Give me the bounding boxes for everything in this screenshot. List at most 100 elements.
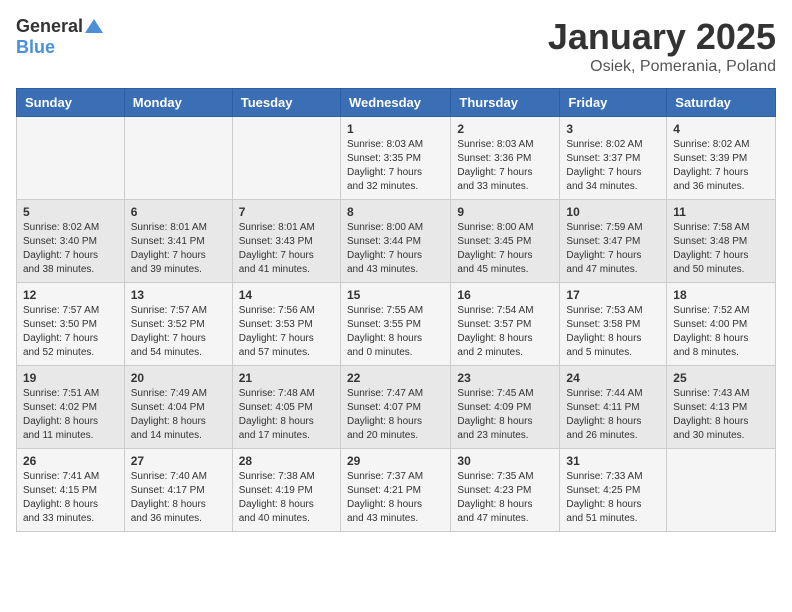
calendar-cell: 7 Sunrise: 8:01 AM Sunset: 3:43 PM Daylig… [232, 200, 340, 283]
calendar-cell: 2 Sunrise: 8:03 AM Sunset: 3:36 PM Daylig… [451, 117, 560, 200]
calendar-cell: 30 Sunrise: 7:35 AM Sunset: 4:23 PM Dayli… [451, 449, 560, 532]
day-number: 27 [131, 454, 226, 468]
calendar-cell: 14 Sunrise: 7:56 AM Sunset: 3:53 PM Dayli… [232, 283, 340, 366]
day-number: 31 [566, 454, 660, 468]
calendar-cell: 18Sunrise: 7:52 AM Sunset: 4:00 PM Dayli… [667, 283, 776, 366]
calendar-cell: 5 Sunrise: 8:02 AM Sunset: 3:40 PM Daylig… [17, 200, 125, 283]
day-number: 16 [457, 288, 553, 302]
weekday-header: Friday [560, 89, 667, 117]
day-content: Sunrise: 7:51 AM Sunset: 4:02 PM Dayligh… [23, 387, 118, 443]
calendar-cell: 24Sunrise: 7:44 AM Sunset: 4:11 PM Dayli… [560, 366, 667, 449]
weekday-header: Monday [124, 89, 232, 117]
day-number: 6 [131, 205, 226, 219]
calendar-table: SundayMondayTuesdayWednesdayThursdayFrid… [16, 88, 776, 532]
day-content: Sunrise: 8:03 AM Sunset: 3:35 PM Dayligh… [347, 138, 444, 194]
day-number: 3 [566, 122, 660, 136]
day-content: Sunrise: 7:43 AM Sunset: 4:13 PM Dayligh… [673, 387, 769, 443]
calendar-cell: 16 Sunrise: 7:54 AM Sunset: 3:57 PM Dayli… [451, 283, 560, 366]
day-number: 8 [347, 205, 444, 219]
calendar-cell: 11 Sunrise: 7:58 AM Sunset: 3:48 PM Dayli… [667, 200, 776, 283]
day-number: 14 [239, 288, 334, 302]
calendar-cell [667, 449, 776, 532]
day-content: Sunrise: 7:55 AM Sunset: 3:55 PM Dayligh… [347, 304, 444, 360]
calendar-cell [17, 117, 125, 200]
day-content: Sunrise: 7:45 AM Sunset: 4:09 PM Dayligh… [457, 387, 553, 443]
day-number: 5 [23, 205, 118, 219]
calendar-cell: 4 Sunrise: 8:02 AM Sunset: 3:39 PM Daylig… [667, 117, 776, 200]
day-content: Sunrise: 8:02 AM Sunset: 3:39 PM Dayligh… [673, 138, 769, 194]
day-number: 24 [566, 371, 660, 385]
day-content: Sunrise: 7:58 AM Sunset: 3:48 PM Dayligh… [673, 221, 769, 277]
weekday-header: Wednesday [340, 89, 450, 117]
calendar-cell: 25 Sunrise: 7:43 AM Sunset: 4:13 PM Dayli… [667, 366, 776, 449]
calendar-cell: 21Sunrise: 7:48 AM Sunset: 4:05 PM Dayli… [232, 366, 340, 449]
day-number: 13 [131, 288, 226, 302]
day-number: 11 [673, 205, 769, 219]
weekday-header: Thursday [451, 89, 560, 117]
calendar-cell: 19 Sunrise: 7:51 AM Sunset: 4:02 PM Dayli… [17, 366, 125, 449]
day-content: Sunrise: 7:57 AM Sunset: 3:52 PM Dayligh… [131, 304, 226, 360]
day-number: 30 [457, 454, 553, 468]
day-content: Sunrise: 7:40 AM Sunset: 4:17 PM Dayligh… [131, 470, 226, 526]
day-number: 9 [457, 205, 553, 219]
calendar-cell: 31Sunrise: 7:33 AM Sunset: 4:25 PM Dayli… [560, 449, 667, 532]
weekday-header: Tuesday [232, 89, 340, 117]
calendar-cell: 13 Sunrise: 7:57 AM Sunset: 3:52 PM Dayli… [124, 283, 232, 366]
calendar-cell: 15Sunrise: 7:55 AM Sunset: 3:55 PM Dayli… [340, 283, 450, 366]
calendar-cell: 9 Sunrise: 8:00 AM Sunset: 3:45 PM Daylig… [451, 200, 560, 283]
day-content: Sunrise: 8:02 AM Sunset: 3:37 PM Dayligh… [566, 138, 660, 194]
day-number: 28 [239, 454, 334, 468]
calendar-week-row: 26 Sunrise: 7:41 AM Sunset: 4:15 PM Dayli… [17, 449, 776, 532]
calendar-cell [232, 117, 340, 200]
day-number: 25 [673, 371, 769, 385]
calendar-cell [124, 117, 232, 200]
calendar-cell: 29 Sunrise: 7:37 AM Sunset: 4:21 PM Dayli… [340, 449, 450, 532]
day-number: 7 [239, 205, 334, 219]
day-number: 26 [23, 454, 118, 468]
day-content: Sunrise: 7:38 AM Sunset: 4:19 PM Dayligh… [239, 470, 334, 526]
calendar-cell: 10Sunrise: 7:59 AM Sunset: 3:47 PM Dayli… [560, 200, 667, 283]
calendar-cell: 17Sunrise: 7:53 AM Sunset: 3:58 PM Dayli… [560, 283, 667, 366]
day-content: Sunrise: 7:59 AM Sunset: 3:47 PM Dayligh… [566, 221, 660, 277]
day-content: Sunrise: 8:01 AM Sunset: 3:43 PM Dayligh… [239, 221, 334, 277]
calendar-cell: 23 Sunrise: 7:45 AM Sunset: 4:09 PM Dayli… [451, 366, 560, 449]
calendar-cell: 28 Sunrise: 7:38 AM Sunset: 4:19 PM Dayli… [232, 449, 340, 532]
day-number: 19 [23, 371, 118, 385]
calendar-cell: 27 Sunrise: 7:40 AM Sunset: 4:17 PM Dayli… [124, 449, 232, 532]
day-content: Sunrise: 8:00 AM Sunset: 3:45 PM Dayligh… [457, 221, 553, 277]
day-content: Sunrise: 7:56 AM Sunset: 3:53 PM Dayligh… [239, 304, 334, 360]
day-number: 20 [131, 371, 226, 385]
logo-blue: Blue [16, 37, 55, 58]
day-number: 21 [239, 371, 334, 385]
title-section: January 2025 Osiek, Pomerania, Poland [548, 16, 776, 76]
day-content: Sunrise: 8:02 AM Sunset: 3:40 PM Dayligh… [23, 221, 118, 277]
day-number: 18 [673, 288, 769, 302]
day-number: 23 [457, 371, 553, 385]
calendar-week-row: 5 Sunrise: 8:02 AM Sunset: 3:40 PM Daylig… [17, 200, 776, 283]
day-number: 29 [347, 454, 444, 468]
day-content: Sunrise: 7:37 AM Sunset: 4:21 PM Dayligh… [347, 470, 444, 526]
weekday-header: Sunday [17, 89, 125, 117]
logo: General Blue [16, 16, 103, 58]
day-content: Sunrise: 8:01 AM Sunset: 3:41 PM Dayligh… [131, 221, 226, 277]
calendar-cell: 6 Sunrise: 8:01 AM Sunset: 3:41 PM Daylig… [124, 200, 232, 283]
day-content: Sunrise: 7:47 AM Sunset: 4:07 PM Dayligh… [347, 387, 444, 443]
calendar-cell: 8 Sunrise: 8:00 AM Sunset: 3:44 PM Daylig… [340, 200, 450, 283]
calendar-cell: 3 Sunrise: 8:02 AM Sunset: 3:37 PM Daylig… [560, 117, 667, 200]
day-number: 4 [673, 122, 769, 136]
day-content: Sunrise: 7:54 AM Sunset: 3:57 PM Dayligh… [457, 304, 553, 360]
day-content: Sunrise: 8:03 AM Sunset: 3:36 PM Dayligh… [457, 138, 553, 194]
weekday-header: Saturday [667, 89, 776, 117]
calendar-cell: 1Sunrise: 8:03 AM Sunset: 3:35 PM Daylig… [340, 117, 450, 200]
calendar-header-row: SundayMondayTuesdayWednesdayThursdayFrid… [17, 89, 776, 117]
day-content: Sunrise: 8:00 AM Sunset: 3:44 PM Dayligh… [347, 221, 444, 277]
calendar-subtitle: Osiek, Pomerania, Poland [548, 58, 776, 76]
logo-general: General [16, 16, 83, 37]
day-number: 22 [347, 371, 444, 385]
day-content: Sunrise: 7:35 AM Sunset: 4:23 PM Dayligh… [457, 470, 553, 526]
calendar-week-row: 19 Sunrise: 7:51 AM Sunset: 4:02 PM Dayli… [17, 366, 776, 449]
day-content: Sunrise: 7:41 AM Sunset: 4:15 PM Dayligh… [23, 470, 118, 526]
day-number: 2 [457, 122, 553, 136]
calendar-title: January 2025 [548, 16, 776, 58]
day-number: 17 [566, 288, 660, 302]
